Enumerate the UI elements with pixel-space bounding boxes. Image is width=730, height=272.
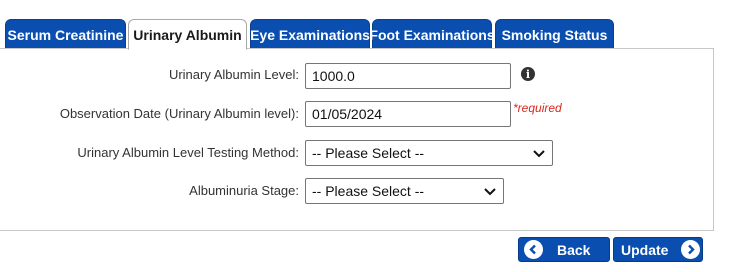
form-panel: Urinary Albumin Level: 1000.0 i Observat… (0, 48, 714, 231)
update-button-label: Update (621, 241, 669, 258)
urinary-albumin-level-label: Urinary Albumin Level: (168, 67, 299, 82)
testing-method-value: -- Please Select -- (312, 145, 425, 161)
info-icon[interactable]: i (521, 67, 535, 81)
testing-method-select[interactable]: -- Please Select -- (305, 140, 553, 166)
tab-urinary-albumin[interactable]: Urinary Albumin (128, 19, 247, 50)
testing-method-label: Urinary Albumin Level Testing Method: (77, 145, 299, 160)
chevron-down-icon (533, 150, 545, 158)
chevron-down-icon (484, 188, 496, 196)
arrow-right-icon (681, 240, 701, 259)
tab-serum-creatinine[interactable]: Serum Creatinine (5, 19, 126, 49)
observation-date-input[interactable]: 01/05/2024 (305, 101, 511, 127)
back-button-label: Back (557, 241, 591, 258)
update-button[interactable]: Update (613, 237, 703, 262)
tab-foot-examinations[interactable]: Foot Examinations (369, 19, 495, 49)
tab-eye-examinations[interactable]: Eye Examinations (250, 19, 370, 49)
albuminuria-stage-label: Albuminuria Stage: (189, 183, 299, 198)
arrow-left-icon (524, 240, 543, 259)
tab-bar: Serum Creatinine Urinary Albumin Eye Exa… (0, 19, 730, 50)
albuminuria-stage-select[interactable]: -- Please Select -- (305, 178, 504, 204)
required-indicator: *required (513, 101, 562, 115)
observation-date-label: Observation Date (Urinary Albumin level)… (59, 106, 299, 121)
albuminuria-stage-value: -- Please Select -- (312, 183, 425, 199)
tab-smoking-status[interactable]: Smoking Status (495, 19, 614, 49)
back-button[interactable]: Back (518, 237, 610, 262)
urinary-albumin-level-input[interactable]: 1000.0 (305, 63, 511, 89)
